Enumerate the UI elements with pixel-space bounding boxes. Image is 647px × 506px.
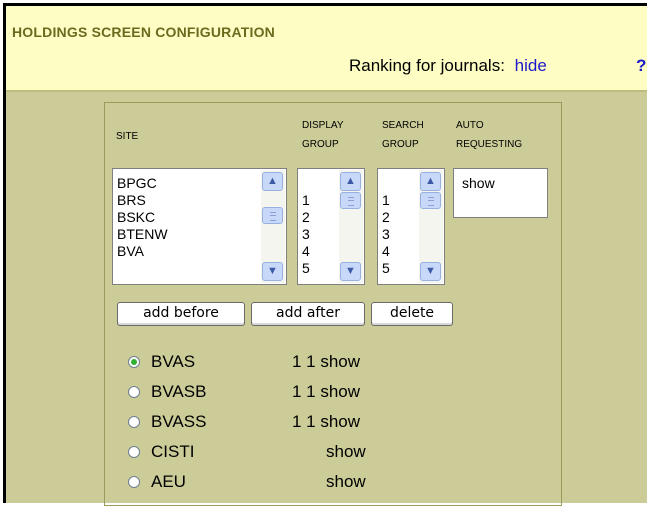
scroll-up-icon[interactable]: ▲	[262, 172, 283, 191]
search-group-option[interactable]: 5	[382, 260, 390, 277]
display-group-option[interactable]: 3	[302, 226, 310, 243]
scroll-thumb[interactable]	[420, 192, 441, 209]
display-group-option[interactable]: 1	[302, 192, 310, 209]
site-option[interactable]: BPGC	[117, 175, 168, 192]
auto-requesting-option[interactable]: show	[462, 175, 495, 192]
search-group-listbox[interactable]: 1 2 3 4 5 ▲ ▼	[377, 168, 445, 285]
col-display-group-header: DISPLAY GROUP	[302, 116, 344, 154]
site-option[interactable]: BTENW	[117, 226, 168, 243]
col-auto-header: AUTO REQUESTING	[456, 116, 522, 154]
entry-info: 1 1 show	[292, 352, 361, 371]
site-listbox[interactable]: BPGC BRS BSKC BTENW BVA ▲ ▼	[112, 168, 287, 285]
radio-icon[interactable]	[128, 446, 140, 458]
search-group-option[interactable]: 1	[382, 192, 390, 209]
col-auto-label-1: AUTO	[456, 120, 484, 131]
display-group-option[interactable]: 4	[302, 243, 310, 260]
entry-site: BVASS	[151, 412, 207, 431]
page-title: HOLDINGS SCREEN CONFIGURATION	[12, 24, 275, 40]
entry-info: 1 1 show	[292, 412, 361, 431]
help-link[interactable]: ?	[636, 56, 646, 76]
entry-info: show	[326, 442, 366, 461]
add-after-button[interactable]: add after	[251, 302, 365, 326]
entry-info: show	[326, 472, 366, 491]
radio-selected-icon[interactable]	[128, 356, 140, 368]
auto-requesting-listbox[interactable]: show	[453, 168, 548, 218]
scroll-down-icon[interactable]: ▼	[420, 262, 441, 281]
add-before-button[interactable]: add before	[117, 302, 245, 326]
header-bar: HOLDINGS SCREEN CONFIGURATION Ranking fo…	[6, 6, 647, 92]
scroll-thumb[interactable]	[340, 192, 361, 209]
entry-site: BVASB	[151, 382, 207, 401]
col-search-group-header: SEARCH GROUP	[382, 116, 424, 154]
entry-site: BVAS	[151, 352, 196, 371]
display-group-option[interactable]: 2	[302, 209, 310, 226]
search-group-option[interactable]: 3	[382, 226, 390, 243]
display-group-listbox[interactable]: 1 2 3 4 5 ▲ ▼	[297, 168, 365, 285]
ranking-hide-link[interactable]: hide	[515, 56, 547, 75]
entry-site: CISTI	[151, 442, 195, 461]
col-search-label-2: GROUP	[382, 139, 419, 150]
auto-requesting-options: show	[462, 175, 495, 192]
scroll-down-icon[interactable]: ▼	[262, 262, 283, 281]
col-display-label-1: DISPLAY	[302, 120, 344, 131]
col-search-label-1: SEARCH	[382, 120, 424, 131]
config-frame: HOLDINGS SCREEN CONFIGURATION Ranking fo…	[3, 3, 647, 506]
ranking-line: Ranking for journals: hide	[349, 56, 547, 76]
scroll-down-icon[interactable]: ▼	[340, 262, 361, 281]
search-group-scrollbar[interactable]: ▲ ▼	[419, 170, 443, 283]
display-group-option[interactable]: 5	[302, 260, 310, 277]
col-auto-label-2: REQUESTING	[456, 139, 523, 150]
entry-info: 1 1 show	[292, 382, 361, 401]
entry-site: AEU	[151, 472, 186, 491]
search-group-options: 1 2 3 4 5	[382, 192, 390, 277]
radio-icon[interactable]	[128, 416, 140, 428]
radio-icon[interactable]	[128, 386, 140, 398]
scroll-up-icon[interactable]: ▲	[340, 172, 361, 191]
site-option[interactable]: BSKC	[117, 209, 168, 226]
ranking-label: Ranking for journals:	[349, 56, 505, 75]
scroll-thumb[interactable]	[262, 207, 283, 224]
site-options: BPGC BRS BSKC BTENW BVA	[117, 175, 168, 260]
scroll-up-icon[interactable]: ▲	[420, 172, 441, 191]
radio-icon[interactable]	[128, 476, 140, 488]
site-option[interactable]: BVA	[117, 243, 168, 260]
search-group-option[interactable]: 2	[382, 209, 390, 226]
delete-button[interactable]: delete	[371, 302, 453, 326]
display-group-options: 1 2 3 4 5	[302, 192, 310, 277]
col-site-header: SITE	[116, 127, 138, 146]
site-scrollbar[interactable]: ▲ ▼	[261, 170, 285, 283]
site-option[interactable]: BRS	[117, 192, 168, 209]
col-site-label: SITE	[116, 131, 139, 142]
display-group-scrollbar[interactable]: ▲ ▼	[339, 170, 363, 283]
col-display-label-2: GROUP	[302, 139, 339, 150]
search-group-option[interactable]: 4	[382, 243, 390, 260]
